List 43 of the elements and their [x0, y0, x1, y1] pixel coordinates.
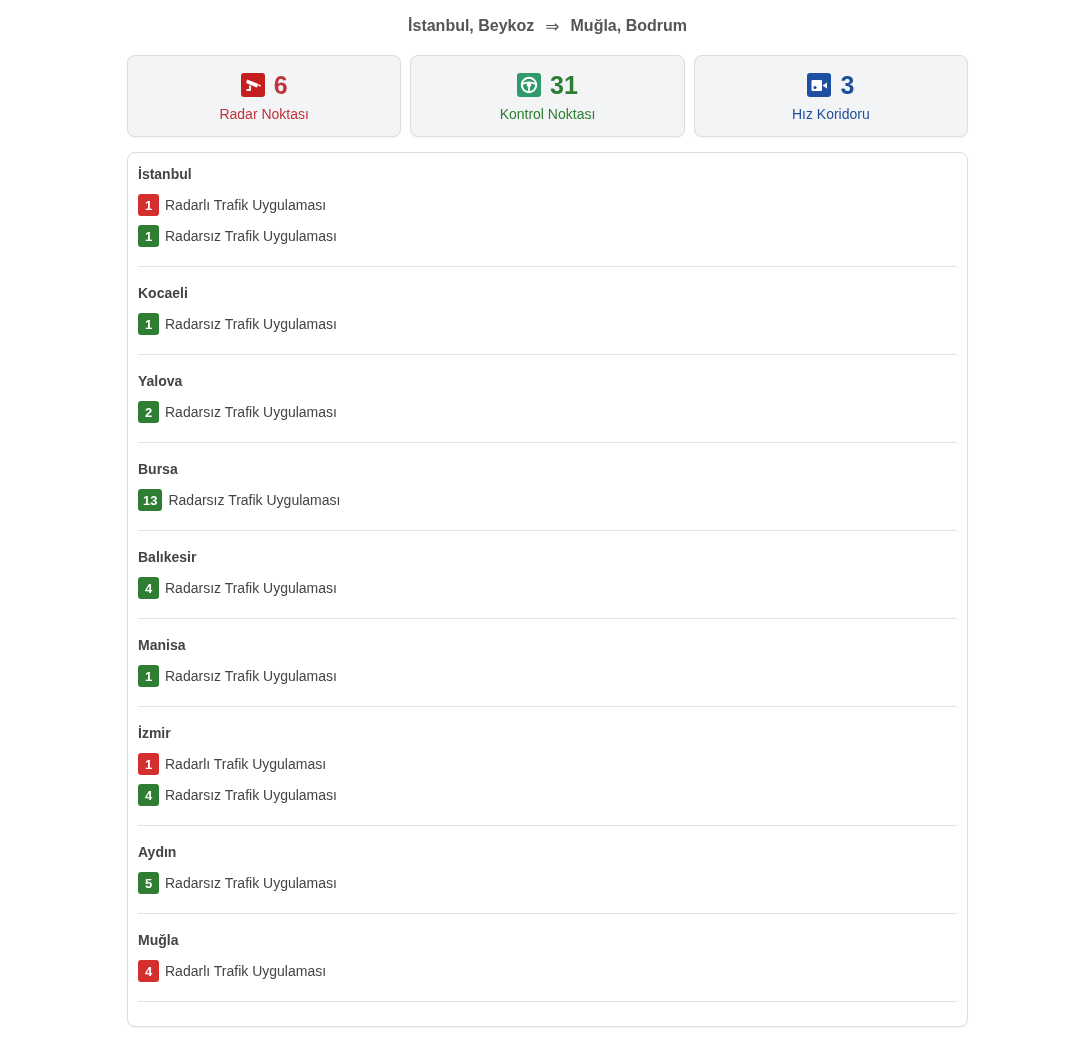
video-camera-icon — [807, 73, 832, 97]
count-badge: 4 — [138, 784, 159, 806]
violation-label: Radarsız Trafik Uygulaması — [165, 875, 337, 891]
speed-camera-icon — [240, 73, 265, 97]
count-badge: 4 — [138, 960, 159, 982]
summary-count: 6 — [273, 70, 288, 100]
summary-label: Hız Koridoru — [791, 105, 870, 124]
summary-count: 3 — [840, 70, 855, 100]
count-badge: 1 — [138, 313, 159, 335]
route-origin: İstanbul, Beykoz — [408, 17, 535, 35]
violation-label: Radarsız Trafik Uygulaması — [165, 316, 337, 332]
city-name: Bursa — [138, 460, 179, 479]
violation-label: Radarlı Trafik Uygulaması — [165, 197, 327, 213]
city-name: Balıkesir — [138, 548, 198, 567]
count-badge: 13 — [138, 489, 163, 511]
city-name: Aydın — [138, 843, 178, 862]
count-badge: 4 — [138, 577, 159, 599]
violation-label: Radarsız Trafik Uygulaması — [165, 228, 337, 244]
violation-label: Radarsız Trafik Uygulaması — [165, 404, 337, 420]
count-badge: 1 — [138, 194, 159, 216]
count-badge: 1 — [138, 753, 159, 775]
violation-label: Radarsız Trafik Uygulaması — [165, 580, 337, 596]
summary-count: 31 — [550, 70, 578, 100]
city-name: Muğla — [138, 931, 180, 950]
city-name: Kocaeli — [138, 284, 189, 303]
count-badge: 1 — [138, 665, 159, 687]
route-arrow: ⇒ — [545, 16, 560, 36]
violation-label: Radarsız Trafik Uygulaması — [168, 492, 341, 508]
city-name: İzmir — [138, 724, 172, 743]
city-name: Yalova — [138, 372, 184, 391]
summary-label: Radar Noktası — [219, 105, 309, 124]
city-name: Manisa — [138, 636, 187, 655]
violation-label: Radarlı Trafik Uygulaması — [165, 963, 327, 979]
count-badge: 2 — [138, 401, 159, 423]
summary-label: Kontrol Noktası — [499, 105, 596, 124]
violation-label: Radarlı Trafik Uygulaması — [165, 756, 327, 772]
violation-label: Radarsız Trafik Uygulaması — [165, 787, 337, 803]
count-badge: 1 — [138, 225, 159, 247]
steering-wheel-icon — [517, 73, 542, 97]
route-destination: Muğla, Bodrum — [570, 17, 687, 35]
city-name: İstanbul — [138, 165, 193, 184]
violation-label: Radarsız Trafik Uygulaması — [165, 668, 337, 684]
count-badge: 5 — [138, 872, 159, 894]
